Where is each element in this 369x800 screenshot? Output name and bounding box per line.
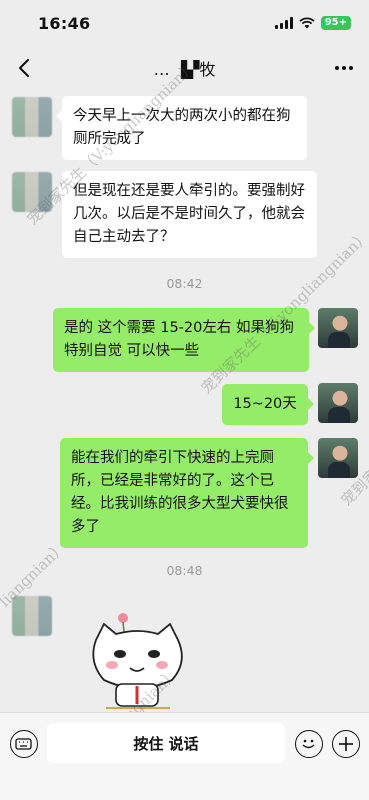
message-bubble[interactable]: 今天早上一次大的两次小的都在狗厕所完成了 <box>56 96 307 160</box>
wifi-icon <box>299 17 315 29</box>
status-bar: 16:46 95+ <box>0 0 369 46</box>
message-text: 是的 这个需要 15-20左右 如果狗狗特别自觉 可以快一些 <box>64 320 294 359</box>
chevron-left-icon <box>19 59 29 77</box>
message-text: 今天早上一次大的两次小的都在狗厕所完成了 <box>73 108 291 147</box>
input-bar: 按住 说话 <box>0 712 369 800</box>
chat-header: … ▐▞牧 <box>0 46 369 90</box>
message-bubble[interactable]: 但是现在还是要人牵引的。要强制好几次。以后是不是时间久了，他就会自己主动去了？ <box>56 171 317 258</box>
message-bubble[interactable]: 15~20天 <box>222 384 314 425</box>
cat-sticker[interactable] <box>88 610 188 710</box>
contact-avatar[interactable] <box>12 97 52 137</box>
message-text: 15~20天 <box>233 396 297 412</box>
chat-title: … ▐▞牧 <box>153 60 216 79</box>
plus-button[interactable] <box>332 730 360 758</box>
message-bubble[interactable]: 是的 这个需要 15-20左右 如果狗狗特别自觉 可以快一些 <box>53 308 315 372</box>
emoji-icon <box>302 739 315 749</box>
my-avatar[interactable] <box>318 438 358 478</box>
message-bubble[interactable]: 能在我们的牵引下快速的上完厕所，已经是非常好的了。这个已经。比我训练的很多大型犬… <box>60 438 314 548</box>
voice-keyboard-icon <box>15 738 32 750</box>
hold-to-talk-button[interactable]: 按住 说话 <box>47 723 285 763</box>
timestamp: 08:42 <box>166 276 203 291</box>
signal-icon <box>274 17 293 29</box>
emoji-button[interactable] <box>295 730 323 758</box>
more-button[interactable] <box>331 56 357 80</box>
message-text: 但是现在还是要人牵引的。要强制好几次。以后是不是时间久了，他就会自己主动去了？ <box>73 183 305 245</box>
message-text: 能在我们的牵引下快速的上完厕所，已经是非常好的了。这个已经。比我训练的很多大型犬… <box>71 450 289 535</box>
status-icons: 95+ <box>274 16 351 30</box>
my-avatar[interactable] <box>318 383 358 423</box>
my-avatar[interactable] <box>318 308 358 348</box>
battery-icon: 95+ <box>320 16 351 30</box>
contact-avatar[interactable] <box>12 172 52 212</box>
timestamp: 08:48 <box>166 563 203 578</box>
plus-icon <box>339 737 353 751</box>
flower-icon <box>118 613 128 623</box>
contact-avatar[interactable] <box>12 596 52 636</box>
more-dots-icon <box>335 66 339 70</box>
clock: 16:46 <box>38 13 91 33</box>
voice-keyboard-toggle[interactable] <box>10 730 38 758</box>
back-button[interactable] <box>12 56 36 80</box>
